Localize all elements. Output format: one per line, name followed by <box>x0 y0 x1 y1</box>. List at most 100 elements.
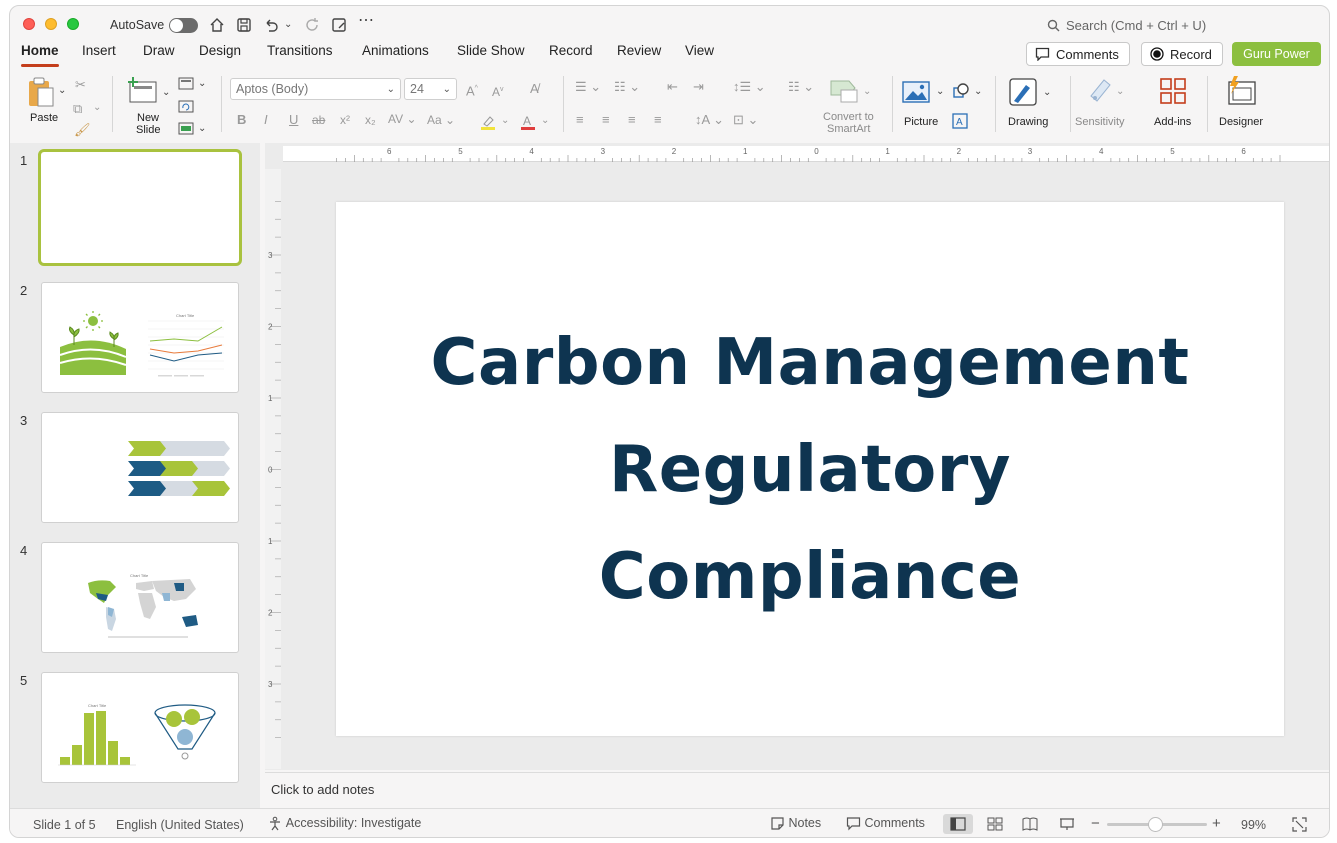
zoom-slider-thumb[interactable] <box>1148 817 1163 832</box>
slide-title[interactable]: Carbon Management Regulatory Compliance <box>336 310 1284 631</box>
autosave-toggle[interactable] <box>169 18 198 33</box>
tab-draw[interactable]: Draw <box>143 43 175 58</box>
font-name-select[interactable]: Aptos (Body) ⌄ <box>230 78 401 100</box>
powerpoint-window: AutoSave ⌄ ⋯ Search (Cmd + Ctrl + U) Hom… <box>9 5 1330 838</box>
drawing-icon[interactable] <box>1008 77 1038 107</box>
paste-label[interactable]: Paste <box>30 112 58 124</box>
format-painter-icon: 🖌 <box>74 122 91 137</box>
slide-show-icon[interactable] <box>1059 817 1075 831</box>
picture-dropdown-icon[interactable]: ⌄ <box>936 84 944 100</box>
paste-icon[interactable] <box>26 76 56 108</box>
ruler-label: 1 <box>885 147 890 156</box>
highlight-dropdown-icon[interactable]: ⌄ <box>501 113 509 129</box>
undo-dropdown-icon[interactable]: ⌄ <box>284 16 292 34</box>
slide-thumbnail-4[interactable]: Chart Title <box>41 542 239 653</box>
accessibility-status[interactable]: Accessibility: Investigate <box>268 816 421 831</box>
svg-text:A: A <box>523 114 531 128</box>
ruler-label: 3 <box>601 147 606 156</box>
layout-dropdown-icon[interactable]: ⌄ <box>198 76 206 92</box>
slide-thumbnail-3[interactable] <box>41 412 239 523</box>
close-window-button[interactable] <box>23 18 35 30</box>
line-chart-thumbnail <box>148 320 224 377</box>
zoom-level[interactable]: 99% <box>1241 818 1266 832</box>
comment-icon <box>1035 47 1050 61</box>
tab-animations[interactable]: Animations <box>362 43 429 58</box>
copy-dropdown-icon: ⌄ <box>93 102 102 113</box>
language-indicator[interactable]: English (United States) <box>116 818 244 832</box>
line-spacing-icon: ↕☰ ⌄ <box>733 79 766 94</box>
paste-dropdown-icon[interactable]: ⌄ <box>58 83 66 99</box>
new-slide-label-2[interactable]: Slide <box>136 124 160 136</box>
slide-thumbnail-2[interactable]: Chart Title <box>41 282 239 393</box>
picture-label[interactable]: Picture <box>904 116 938 128</box>
slide-thumbnail-1[interactable] <box>38 149 242 266</box>
tab-record[interactable]: Record <box>549 43 593 58</box>
slide-thumbnail-5[interactable]: Chart Title <box>41 672 239 783</box>
search-icon <box>1047 19 1060 32</box>
tab-insert[interactable]: Insert <box>82 43 116 58</box>
comments-button[interactable]: Comments <box>1026 42 1130 66</box>
section-dropdown-icon[interactable]: ⌄ <box>198 121 206 137</box>
addins-icon[interactable] <box>1159 77 1187 105</box>
guru-power-button[interactable]: Guru Power <box>1232 42 1321 66</box>
drawing-label[interactable]: Drawing <box>1008 116 1048 128</box>
new-slide-label-1[interactable]: New <box>137 112 159 124</box>
layout-icon[interactable] <box>178 77 194 90</box>
text-box-icon[interactable]: A <box>952 113 968 129</box>
comments-toggle[interactable]: Comments <box>846 816 925 831</box>
drawing-dropdown-icon[interactable]: ⌄ <box>1043 85 1051 101</box>
tab-slide-show[interactable]: Slide Show <box>457 43 525 58</box>
slide-sorter-icon[interactable] <box>987 817 1003 831</box>
tab-transitions[interactable]: Transitions <box>267 43 333 58</box>
comments-toggle-label: Comments <box>864 816 925 830</box>
home-icon[interactable] <box>209 17 225 33</box>
shapes-icon[interactable] <box>952 82 970 100</box>
align-left-icon: ≡ <box>576 112 584 127</box>
ruler-label: 5 <box>458 147 463 156</box>
notes-toggle[interactable]: Notes <box>770 816 821 831</box>
copy-icon: ⧉ <box>73 101 83 116</box>
slide-canvas[interactable]: Carbon Management Regulatory Compliance <box>336 202 1284 736</box>
highlight-icon[interactable] <box>480 114 496 130</box>
normal-view-button[interactable] <box>943 814 973 834</box>
section-icon[interactable] <box>178 122 194 135</box>
zoom-out-icon[interactable]: − <box>1091 815 1100 832</box>
tab-design[interactable]: Design <box>199 43 241 58</box>
tab-home[interactable]: Home <box>21 43 59 67</box>
fit-to-window-icon[interactable] <box>1292 817 1307 832</box>
world-map-thumbnail <box>88 579 198 638</box>
ruler-label: 4 <box>529 147 534 156</box>
align-center-icon: ≡ <box>602 112 610 127</box>
undo-icon[interactable] <box>263 17 279 33</box>
font-color-dropdown-icon[interactable]: ⌄ <box>541 113 549 129</box>
tab-review[interactable]: Review <box>617 43 661 58</box>
more-options-icon[interactable]: ⋯ <box>358 12 375 30</box>
record-button[interactable]: Record <box>1141 42 1223 66</box>
tab-view[interactable]: View <box>685 43 714 58</box>
reading-view-icon[interactable] <box>1022 817 1038 831</box>
new-slide-dropdown-icon[interactable]: ⌄ <box>162 85 170 101</box>
font-color-icon[interactable]: A <box>520 114 536 130</box>
thumbnail-chart-title: Chart Title <box>88 703 107 708</box>
zoom-window-button[interactable] <box>67 18 79 30</box>
designer-label[interactable]: Designer <box>1219 116 1263 128</box>
zoom-slider[interactable] <box>1107 817 1207 832</box>
minimize-window-button[interactable] <box>45 18 57 30</box>
font-size-select[interactable]: 24 ⌄ <box>404 78 457 100</box>
notes-pane[interactable]: Click to add notes <box>265 772 1329 808</box>
save-as-icon[interactable] <box>331 17 347 33</box>
new-slide-icon[interactable] <box>127 76 157 104</box>
reset-icon[interactable] <box>178 100 194 113</box>
align-right-icon: ≡ <box>628 112 636 127</box>
strikethrough-icon: ab <box>312 113 326 127</box>
text-direction-icon: ↕A ⌄ <box>695 112 724 127</box>
designer-icon[interactable] <box>1225 76 1257 106</box>
zoom-in-icon[interactable]: + <box>1212 815 1221 832</box>
addins-label[interactable]: Add-ins <box>1154 116 1191 128</box>
picture-icon[interactable] <box>902 81 930 103</box>
slide-title-line-2: Regulatory <box>608 433 1012 507</box>
shapes-dropdown-icon[interactable]: ⌄ <box>974 84 982 100</box>
search-box[interactable]: Search (Cmd + Ctrl + U) <box>1047 18 1206 33</box>
clear-formatting-icon: A̸ <box>530 81 539 96</box>
save-icon[interactable] <box>236 17 252 33</box>
